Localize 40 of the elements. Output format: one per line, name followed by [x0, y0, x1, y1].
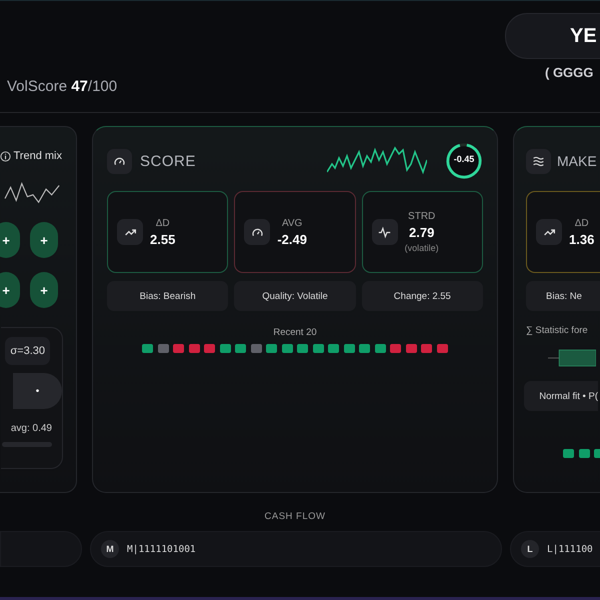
sigma-chip: σ=3.30 — [5, 337, 50, 365]
stat-label: ΔD — [574, 218, 589, 228]
flow-code: M|1111101001 — [127, 544, 196, 554]
flow-badge: M — [101, 540, 119, 558]
stat-value: 2.55 — [150, 232, 176, 246]
avg-text: avg: 0.49 — [10, 423, 52, 434]
recent-label: Recent 20 — [273, 327, 317, 338]
flow-badge: L — [521, 540, 539, 558]
ring-value: -0.45 — [452, 154, 476, 164]
score-ring — [445, 142, 483, 180]
info-chip: Change: 2.55 — [362, 281, 483, 311]
waves-icon — [532, 154, 545, 168]
add-button[interactable]: + — [0, 272, 20, 308]
stat-note: (volatile) — [404, 243, 439, 253]
stat-label: STRD — [408, 211, 436, 222]
info-chip: Quality: Volatile — [234, 281, 356, 311]
stat-label: ΔD — [156, 218, 170, 228]
volscore-text: VolScore 47/100 — [7, 78, 118, 95]
fit-chip: Normal fit • P( — [524, 381, 598, 411]
info-icon — [0, 150, 10, 162]
info-chip: Bias: Ne — [526, 281, 600, 311]
card-title: SCORE — [140, 152, 196, 170]
add-button[interactable]: + — [0, 222, 20, 258]
section-title: CASH FLOW — [264, 511, 326, 522]
pulse-icon — [378, 226, 392, 238]
dot-button[interactable]: • — [13, 373, 62, 409]
forecast-label: ∑ Statistic fore — [526, 325, 589, 336]
stat-label: AVG — [282, 218, 302, 228]
trend-title: Trend mix — [14, 150, 62, 162]
ticker-pill[interactable]: YE — [505, 13, 600, 59]
ticker-code: ( GGGG — [545, 65, 594, 80]
stat-value: 1.36 — [569, 232, 594, 246]
add-button[interactable]: + — [30, 272, 58, 308]
box-plot-drawing — [548, 348, 596, 368]
stat-value: 2.79 — [409, 225, 434, 240]
flow-code: L|111100 — [547, 544, 593, 554]
add-button[interactable]: + — [30, 222, 58, 258]
stat-value: -2.49 — [277, 232, 307, 246]
card-title: MAKE — [557, 153, 597, 169]
info-chip: Bias: Bearish — [107, 281, 228, 311]
